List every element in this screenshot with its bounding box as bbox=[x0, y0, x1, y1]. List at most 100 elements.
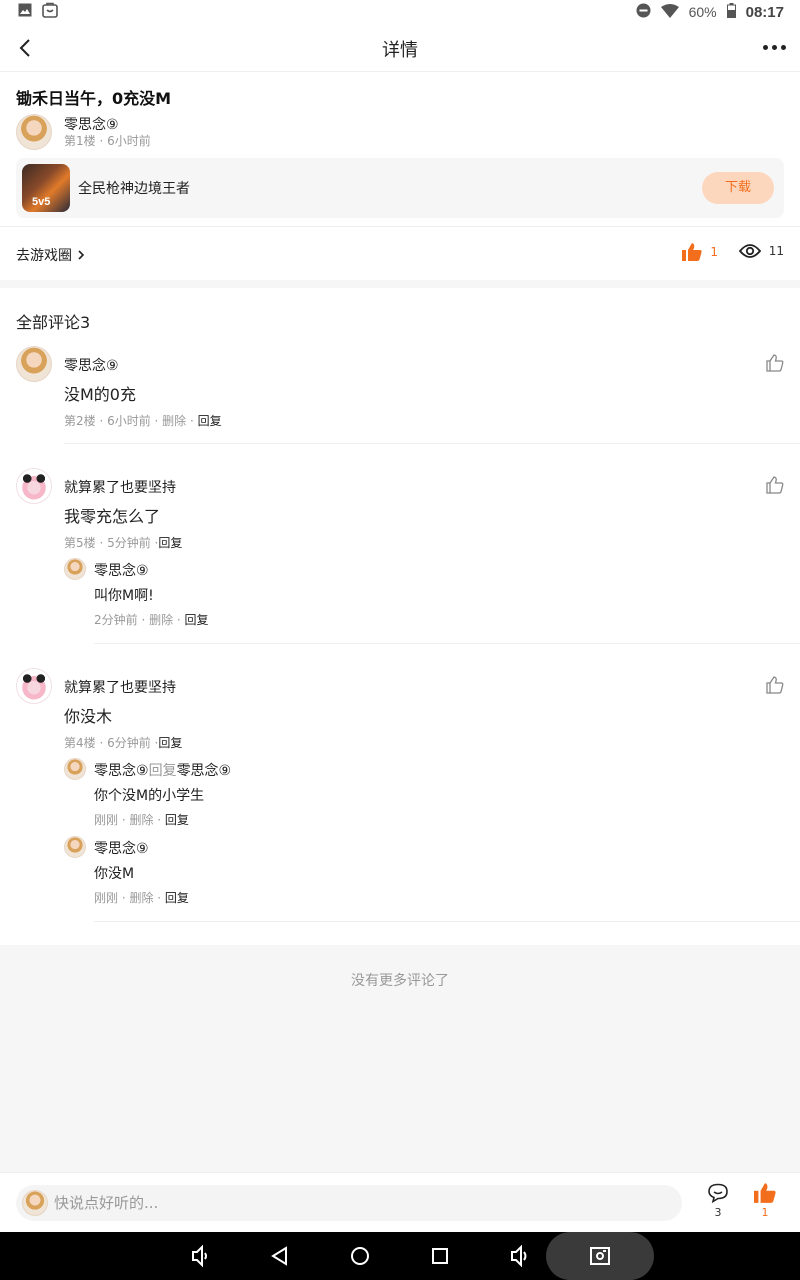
post: 锄禾日当午，0充没M 零思念⑨ 第1楼 · 6小时前 5v5 全民枪神边境王者 … bbox=[0, 72, 800, 280]
more-button[interactable] bbox=[763, 45, 786, 50]
post-author[interactable]: 零思念⑨ bbox=[64, 114, 119, 134]
comments-section: 全部评论3 零思念⑨ 没M的0充 第2楼 · 6小时前 · 删除 · 回复 就算… bbox=[0, 288, 800, 945]
reply-link[interactable]: 回复 bbox=[198, 414, 222, 428]
reply-meta: 2分钟前 · 删除 · 回复 bbox=[94, 611, 209, 628]
home-nav-icon[interactable] bbox=[348, 1244, 372, 1268]
avatar[interactable] bbox=[16, 346, 52, 382]
reply-link[interactable]: 回复 bbox=[158, 536, 182, 550]
reply-item: 零思念⑨回复零思念⑨ 你个没M的小学生 刚刚 · 删除 · 回复 bbox=[64, 758, 800, 827]
comment-input-box[interactable] bbox=[16, 1185, 682, 1221]
reply-author-name[interactable]: 零思念⑨ bbox=[94, 763, 149, 779]
comment-bubble-icon bbox=[708, 1183, 728, 1204]
recents-nav-icon[interactable] bbox=[428, 1244, 452, 1268]
dnd-icon bbox=[636, 3, 651, 21]
comment-text: 没M的0充 bbox=[64, 385, 136, 404]
reply-link[interactable]: 回复 bbox=[165, 891, 189, 905]
battery-icon bbox=[726, 3, 736, 21]
reply-meta-info: 刚刚 · 删除 · bbox=[94, 891, 165, 905]
reply-author[interactable]: 零思念⑨ bbox=[94, 838, 149, 858]
back-nav-icon[interactable] bbox=[268, 1244, 292, 1268]
go-circle-label: 去游戏圈 bbox=[16, 248, 72, 264]
system-nav-bar bbox=[0, 1232, 800, 1280]
avatar[interactable] bbox=[16, 668, 52, 704]
like-count-button[interactable]: 1 bbox=[752, 1183, 778, 1219]
reply-meta-info: 刚刚 · 删除 · bbox=[94, 813, 165, 827]
clock: 08:17 bbox=[745, 3, 784, 21]
comment-author[interactable]: 就算累了也要坚持 bbox=[64, 477, 176, 497]
comment-count-button[interactable]: 3 bbox=[705, 1183, 731, 1219]
post-footer: 去游戏圈 1 11 bbox=[0, 226, 800, 280]
download-button[interactable]: 下载 bbox=[702, 172, 774, 204]
reply-meta-info: 2分钟前 · 删除 · bbox=[94, 613, 185, 627]
reply-link[interactable]: 回复 bbox=[185, 613, 209, 627]
reply-author[interactable]: 零思念⑨ bbox=[94, 560, 149, 580]
comment-meta-info: 第4楼 · 6分钟前 · bbox=[64, 736, 159, 750]
avatar[interactable] bbox=[16, 114, 52, 150]
eye-icon bbox=[738, 244, 761, 258]
comment-meta: 第2楼 · 6小时前 · 删除 · 回复 bbox=[64, 412, 222, 429]
reply-link[interactable]: 回复 bbox=[165, 813, 189, 827]
comment-text: 你没木 bbox=[64, 707, 113, 726]
reply-link[interactable]: 回复 bbox=[158, 736, 182, 750]
reply-meta: 刚刚 · 删除 · 回复 bbox=[94, 811, 189, 828]
comment-count: 3 bbox=[714, 1206, 722, 1219]
comment-author[interactable]: 就算累了也要坚持 bbox=[64, 677, 176, 697]
comment-author[interactable]: 零思念⑨ bbox=[64, 355, 119, 375]
avatar[interactable] bbox=[64, 558, 86, 580]
reply-item: 零思念⑨ 你没M 刚刚 · 删除 · 回复 bbox=[64, 836, 800, 905]
reply-item: 零思念⑨ 叫你M啊! 2分钟前 · 删除 · 回复 bbox=[64, 558, 800, 627]
comment-meta-info: 第5楼 · 5分钟前 · bbox=[64, 536, 159, 550]
reply-author: 零思念⑨回复零思念⑨ bbox=[94, 760, 231, 780]
screenshot-icon bbox=[590, 1247, 610, 1265]
reply-target[interactable]: 零思念⑨ bbox=[177, 763, 232, 779]
more-dot-icon bbox=[772, 45, 777, 50]
comment-meta-info: 第2楼 · 6小时前 · 删除 · bbox=[64, 414, 198, 428]
divider bbox=[64, 443, 800, 444]
post-like-button[interactable]: 1 bbox=[682, 243, 718, 261]
thumbs-up-icon[interactable] bbox=[766, 676, 784, 694]
page-title: 详情 bbox=[382, 40, 418, 61]
game-icon-tag: 5v5 bbox=[32, 196, 51, 208]
avatar[interactable] bbox=[64, 758, 86, 780]
avatar bbox=[22, 1190, 48, 1216]
thumbs-up-filled-icon bbox=[682, 243, 702, 261]
thumbs-up-filled-icon bbox=[754, 1183, 776, 1203]
reply-text: 叫你M啊! bbox=[94, 588, 154, 604]
avatar[interactable] bbox=[16, 468, 52, 504]
header: 详情 bbox=[0, 24, 800, 72]
post-title: 锄禾日当午，0充没M bbox=[16, 89, 172, 108]
screenshot-pill[interactable] bbox=[546, 1232, 654, 1280]
comment-input[interactable] bbox=[54, 1185, 654, 1221]
battery-percent: 60% bbox=[688, 4, 717, 20]
store-notification-icon bbox=[42, 2, 58, 22]
comment-text: 我零充怎么了 bbox=[64, 507, 161, 526]
post-like-count: 1 bbox=[710, 245, 718, 259]
view-stat: 11 bbox=[738, 243, 784, 259]
go-circle-link[interactable]: 去游戏圈 bbox=[16, 245, 86, 265]
game-name: 全民枪神边境王者 bbox=[78, 181, 190, 197]
like-count: 1 bbox=[761, 1206, 769, 1219]
thumbs-up-icon[interactable] bbox=[766, 354, 784, 372]
more-dot-icon bbox=[781, 45, 786, 50]
comments-title: 全部评论3 bbox=[16, 313, 91, 332]
wifi-icon bbox=[660, 3, 679, 21]
chevron-right-icon bbox=[78, 250, 85, 260]
reply-text: 你没M bbox=[94, 866, 135, 882]
volume-down-icon[interactable] bbox=[188, 1244, 212, 1268]
comment-meta: 第5楼 · 5分钟前 ·回复 bbox=[64, 534, 182, 551]
reply-meta: 刚刚 · 删除 · 回复 bbox=[94, 889, 189, 906]
game-card[interactable]: 5v5 全民枪神边境王者 下载 bbox=[16, 158, 784, 218]
volume-up-icon[interactable] bbox=[508, 1244, 532, 1268]
avatar[interactable] bbox=[64, 836, 86, 858]
more-dot-icon bbox=[763, 45, 768, 50]
comment-item: 就算累了也要坚持 我零充怎么了 第5楼 · 5分钟前 ·回复 零思念⑨ 叫你M啊… bbox=[0, 468, 800, 644]
comment-meta: 第4楼 · 6分钟前 ·回复 bbox=[64, 734, 182, 751]
post-meta: 第1楼 · 6小时前 bbox=[64, 134, 151, 148]
thumbs-up-icon[interactable] bbox=[766, 476, 784, 494]
divider bbox=[94, 643, 800, 644]
gallery-notification-icon bbox=[18, 3, 32, 21]
comment-item: 零思念⑨ 没M的0充 第2楼 · 6小时前 · 删除 · 回复 bbox=[0, 346, 800, 444]
status-bar: 60% 08:17 bbox=[0, 0, 800, 24]
reply-text: 你个没M的小学生 bbox=[94, 788, 205, 804]
view-count: 11 bbox=[768, 244, 784, 258]
